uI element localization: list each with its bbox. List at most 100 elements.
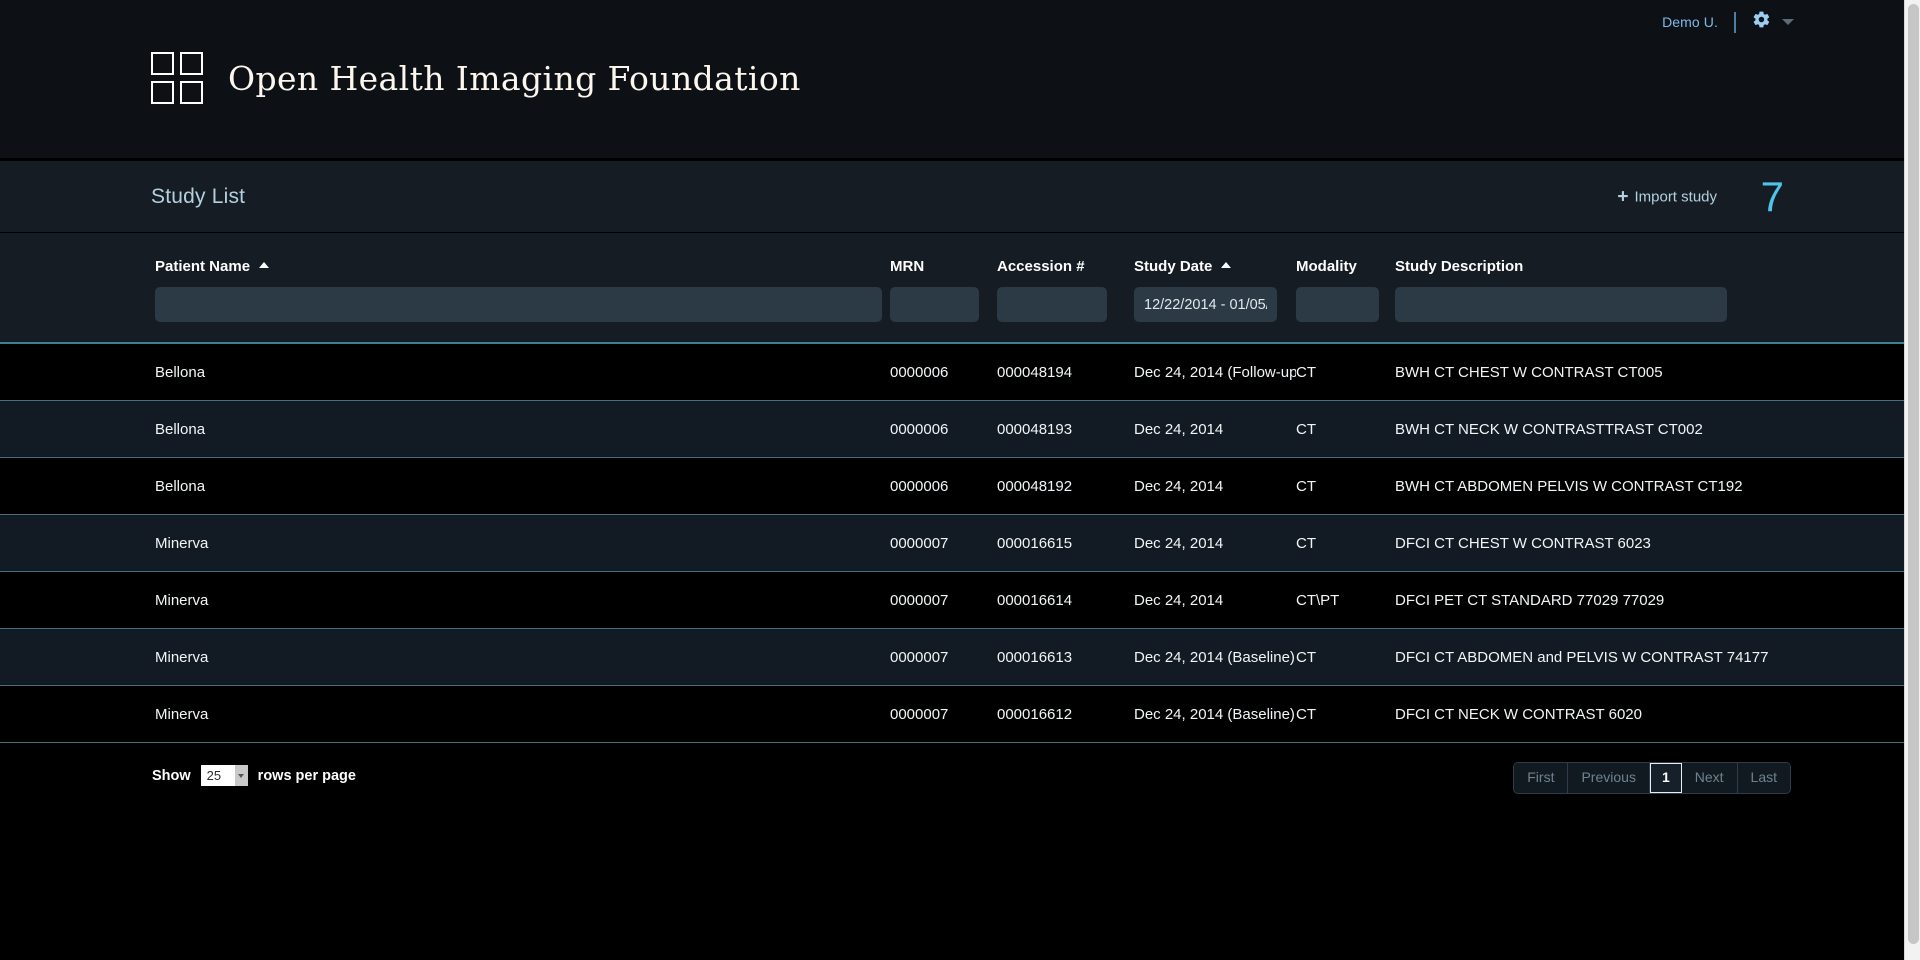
cell-modality: CT — [1296, 649, 1395, 666]
cell-modality: CT — [1296, 421, 1395, 438]
pagination-current-page[interactable]: 1 — [1650, 763, 1682, 793]
filter-cell-accession — [997, 287, 1134, 322]
filter-cell-study-description — [1395, 287, 1409, 322]
column-header-mrn-label: MRN — [890, 258, 924, 275]
cell-mrn: 0000006 — [890, 421, 997, 438]
cell-study-date: Dec 24, 2014 — [1134, 421, 1296, 438]
filter-cell-mrn — [890, 287, 997, 322]
vertical-scrollbar[interactable] — [1904, 0, 1920, 960]
cell-modality: CT — [1296, 535, 1395, 552]
filter-cell-study-date — [1134, 287, 1296, 322]
rows-per-page-suffix: rows per page — [258, 768, 356, 784]
cell-accession: 000048193 — [997, 421, 1134, 438]
study-list-table-body: Bellona0000006000048194Dec 24, 2014 (Fol… — [0, 344, 1904, 743]
patient-name-filter-input[interactable] — [155, 287, 882, 322]
study-count-badge: 7 — [1761, 176, 1784, 218]
cell-mrn: 0000007 — [890, 649, 997, 666]
header-divider — [1734, 12, 1736, 33]
column-header-modality-label: Modality — [1296, 258, 1357, 275]
brand-title: Open Health Imaging Foundation — [228, 59, 801, 98]
column-header-study-date[interactable]: Study Date — [1134, 233, 1296, 287]
cell-mrn: 0000006 — [890, 364, 997, 381]
study-date-filter-input[interactable] — [1134, 287, 1277, 322]
cell-patient-name: Minerva — [155, 706, 890, 723]
table-row[interactable]: Bellona0000006000048192Dec 24, 2014CTBWH… — [0, 458, 1904, 515]
study-list-footer: Show 25 rows per page First Previous 1 N… — [0, 743, 1904, 813]
cell-accession: 000016614 — [997, 592, 1134, 609]
pagination-first-button[interactable]: First — [1514, 763, 1568, 793]
column-header-study-description-label: Study Description — [1395, 258, 1523, 275]
table-row[interactable]: Minerva0000007000016614Dec 24, 2014CT\PT… — [0, 572, 1904, 629]
cell-study-description: DFCI CT CHEST W CONTRAST 6023 — [1395, 535, 1904, 552]
import-study-label: Import study — [1634, 188, 1717, 205]
cell-modality: CT — [1296, 364, 1395, 381]
accession-filter-input[interactable] — [997, 287, 1107, 322]
study-list-table-header: Patient Name MRN Accession # Study Date … — [0, 233, 1904, 344]
cell-mrn: 0000007 — [890, 706, 997, 723]
cell-modality: CT — [1296, 706, 1395, 723]
cell-patient-name: Bellona — [155, 421, 890, 438]
pagination-last-button[interactable]: Last — [1738, 763, 1790, 793]
brand-logo-area[interactable]: Open Health Imaging Foundation — [151, 52, 801, 104]
select-chevron-down-icon — [235, 765, 248, 786]
cell-study-date: Dec 24, 2014 (Follow-up 1) — [1134, 364, 1296, 381]
mrn-filter-input[interactable] — [890, 287, 979, 322]
cell-mrn: 0000007 — [890, 535, 997, 552]
cell-study-date: Dec 24, 2014 (Baseline) — [1134, 649, 1296, 666]
cell-modality: CT — [1296, 478, 1395, 495]
cell-patient-name: Minerva — [155, 535, 890, 552]
table-row[interactable]: Bellona0000006000048193Dec 24, 2014CTBWH… — [0, 401, 1904, 458]
filter-cell-modality — [1296, 287, 1395, 322]
gear-icon[interactable] — [1752, 10, 1771, 34]
plus-icon: + — [1617, 187, 1628, 206]
table-row[interactable]: Minerva0000007000016615Dec 24, 2014CTDFC… — [0, 515, 1904, 572]
modality-filter-input[interactable] — [1296, 287, 1379, 322]
user-menu[interactable]: Demo U. — [1662, 11, 1794, 33]
rows-per-page-value: 25 — [201, 765, 235, 786]
pagination-next-button[interactable]: Next — [1682, 763, 1738, 793]
column-header-modality[interactable]: Modality — [1296, 233, 1395, 287]
study-description-filter-input[interactable] — [1395, 287, 1727, 322]
column-header-patient-name[interactable]: Patient Name — [155, 233, 890, 287]
column-header-patient-name-label: Patient Name — [155, 258, 250, 275]
table-row[interactable]: Bellona0000006000048194Dec 24, 2014 (Fol… — [0, 344, 1904, 401]
vertical-scrollbar-thumb[interactable] — [1908, 4, 1919, 944]
cell-study-date: Dec 24, 2014 (Baseline) — [1134, 706, 1296, 723]
cell-study-description: BWH CT ABDOMEN PELVIS W CONTRAST CT192 — [1395, 478, 1904, 495]
cell-mrn: 0000006 — [890, 478, 997, 495]
rows-per-page-select[interactable]: 25 — [201, 765, 248, 786]
app-header: Demo U. Open Health Imaging Foundation — [0, 0, 1904, 161]
cell-study-description: DFCI CT ABDOMEN and PELVIS W CONTRAST 74… — [1395, 649, 1904, 666]
study-list-toolbar: Study List + Import study 7 — [0, 161, 1904, 233]
import-study-button[interactable]: + Import study — [1617, 187, 1717, 206]
chevron-down-icon[interactable] — [1782, 19, 1794, 25]
cell-study-description: DFCI CT NECK W CONTRAST 6020 — [1395, 706, 1904, 723]
column-header-row: Patient Name MRN Accession # Study Date … — [0, 233, 1904, 287]
cell-study-description: BWH CT NECK W CONTRASTTRAST CT002 — [1395, 421, 1904, 438]
pagination-previous-button[interactable]: Previous — [1568, 763, 1649, 793]
cell-accession: 000016615 — [997, 535, 1134, 552]
cell-patient-name: Minerva — [155, 592, 890, 609]
table-row[interactable]: Minerva0000007000016613Dec 24, 2014 (Bas… — [0, 629, 1904, 686]
cell-modality: CT\PT — [1296, 592, 1395, 609]
page-title: Study List — [151, 185, 245, 209]
cell-patient-name: Minerva — [155, 649, 890, 666]
cell-study-description: BWH CT CHEST W CONTRAST CT005 — [1395, 364, 1904, 381]
column-header-accession-label: Accession # — [997, 258, 1085, 275]
cell-study-description: DFCI PET CT STANDARD 77029 77029 — [1395, 592, 1904, 609]
cell-study-date: Dec 24, 2014 — [1134, 535, 1296, 552]
user-name-label[interactable]: Demo U. — [1662, 14, 1718, 30]
table-row[interactable]: Minerva0000007000016612Dec 24, 2014 (Bas… — [0, 686, 1904, 743]
cell-accession: 000048194 — [997, 364, 1134, 381]
column-filter-row — [0, 287, 1904, 322]
rows-per-page-control: Show 25 rows per page — [152, 765, 356, 786]
column-header-mrn[interactable]: MRN — [890, 233, 997, 287]
column-header-accession[interactable]: Accession # — [997, 233, 1134, 287]
cell-patient-name: Bellona — [155, 364, 890, 381]
filter-cell-patient-name — [155, 287, 890, 322]
cell-study-date: Dec 24, 2014 — [1134, 478, 1296, 495]
sort-ascending-icon — [1221, 262, 1231, 268]
cell-accession: 000016612 — [997, 706, 1134, 723]
column-header-study-description[interactable]: Study Description — [1395, 233, 1396, 287]
cell-study-date: Dec 24, 2014 — [1134, 592, 1296, 609]
